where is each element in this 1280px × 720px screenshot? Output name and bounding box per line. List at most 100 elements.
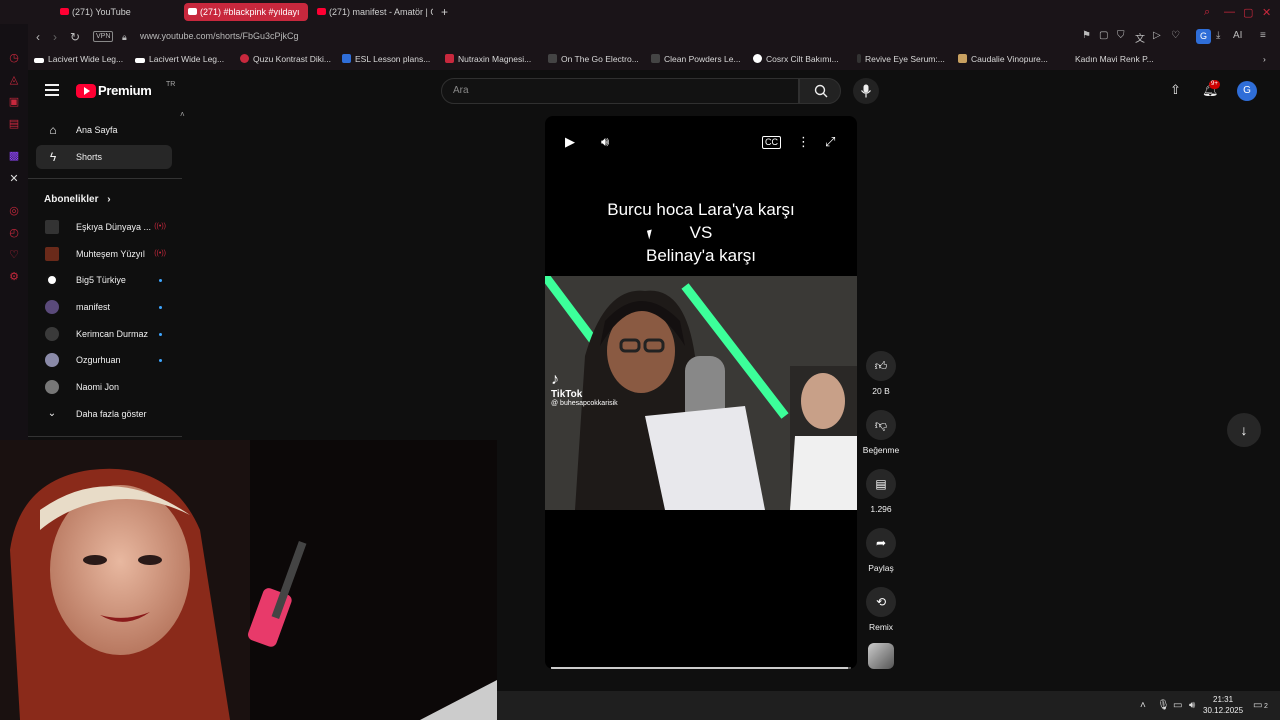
shorts-player[interactable]: ▶ 🔊︎ CC ⋮ ⤢ Burcu hoca Lara'ya karşı VS …: [545, 116, 857, 669]
more-options-icon[interactable]: ⋮: [797, 134, 810, 150]
channel-name: Big5 Türkiye: [76, 275, 126, 285]
next-short-button[interactable]: ↓: [1227, 413, 1261, 447]
remix-button[interactable]: ⟲ Remix: [861, 587, 901, 632]
tab-manifest[interactable]: (271) manifest - Amatör | C: [313, 3, 433, 21]
like-count: 20 B: [872, 386, 890, 396]
sidebar-item-label: Ana Sayfa: [76, 125, 118, 135]
home-icon: ⌂: [49, 123, 57, 137]
bookmark-favicon-icon: [445, 54, 454, 63]
tray-expand-icon[interactable]: ˄: [1140, 700, 1146, 711]
comment-icon: ▤: [866, 469, 896, 499]
forward-icon[interactable]: ›: [53, 30, 57, 44]
twitch-icon[interactable]: ▩: [7, 149, 21, 163]
remix-icon: ⟲: [866, 587, 896, 617]
chevron-up-icon[interactable]: ˄: [180, 110, 185, 119]
send-icon[interactable]: ▷: [1153, 30, 1161, 41]
menu-icon[interactable]: ≡: [1260, 30, 1266, 41]
notification-center-icon[interactable]: ▭: [1253, 700, 1262, 711]
tab-youtube[interactable]: (271) YouTube: [56, 3, 174, 21]
channel-name: Ozgurhuan: [76, 355, 121, 365]
progress-bar[interactable]: [551, 667, 851, 669]
upload-icon[interactable]: ⇧: [1170, 82, 1181, 98]
maximize-icon[interactable]: ▢: [1243, 6, 1253, 19]
lock-icon[interactable]: 🔒︎: [122, 30, 127, 44]
tab-label: (271) manifest - Amatör | C: [329, 7, 433, 17]
subscription-item[interactable]: Naomi Jon: [36, 375, 172, 399]
bookmark-item[interactable]: Nutraxin Magnesi...: [445, 54, 531, 64]
shorts-icon: ϟ: [49, 150, 57, 164]
aria-icon[interactable]: ◬: [7, 73, 21, 87]
clock[interactable]: 21:31 30.12.2025: [1203, 694, 1243, 716]
subscriptions-heading[interactable]: Abonelikler ›: [44, 194, 111, 205]
url-field[interactable]: www.youtube.com/shorts/FbGu3cPjkCg: [140, 31, 299, 41]
settings-icon[interactable]: ⚙: [7, 270, 21, 284]
caption-line: VS: [689, 223, 713, 242]
subscription-item[interactable]: Muhteşem Yüzyıl ((•)): [36, 242, 172, 266]
network-icon[interactable]: ▭: [1173, 700, 1182, 711]
bookmark-item[interactable]: Quzu Kontrast Diki...: [240, 54, 331, 64]
bookmark-favicon-icon: [958, 54, 967, 63]
bookmark-page-icon[interactable]: ⚑: [1082, 30, 1091, 41]
like-button[interactable]: 👍︎ 20 B: [861, 351, 901, 396]
bookmark-item[interactable]: Kadın Mavi Renk P...: [1062, 54, 1154, 64]
bookmarks-overflow-icon[interactable]: ›: [1263, 54, 1266, 64]
search-tabs-icon[interactable]: ⌕: [1204, 6, 1210, 19]
bookmark-label: Kadın Mavi Renk P...: [1075, 54, 1154, 64]
bookmark-item[interactable]: Revive Eye Serum:...: [857, 54, 945, 64]
search-input[interactable]: Ara: [441, 78, 799, 104]
minimize-icon[interactable]: —: [1224, 6, 1235, 18]
dislike-button[interactable]: 👎︎ Beğenme: [861, 410, 901, 455]
translate-icon[interactable]: 文: [1135, 30, 1145, 45]
history-icon[interactable]: ◷: [7, 51, 21, 65]
captions-icon[interactable]: CC: [762, 136, 781, 149]
subscription-item[interactable]: Kerimcan Durmaz: [36, 322, 172, 346]
x-icon[interactable]: ✕: [7, 172, 21, 186]
sidebar-item-shorts[interactable]: ϟ Shorts: [36, 145, 172, 169]
back-icon[interactable]: ‹: [36, 30, 40, 44]
ai-label[interactable]: AI: [1233, 30, 1242, 41]
bookmark-item[interactable]: Clean Powders Le...: [651, 54, 741, 64]
wallet-icon[interactable]: ▤: [7, 117, 21, 131]
shield-icon[interactable]: ⛉: [1117, 30, 1125, 41]
heart-icon[interactable]: ♡: [1171, 30, 1180, 41]
account-badge[interactable]: G: [1196, 29, 1211, 44]
play-icon[interactable]: ▶: [565, 134, 575, 150]
subscription-item[interactable]: manifest: [36, 295, 172, 319]
bookmark-item[interactable]: Caudalie Vinopure...: [958, 54, 1048, 64]
bookmark-item[interactable]: Cosrx Cilt Bakımı...: [753, 54, 839, 64]
show-more-button[interactable]: ⌄ Daha fazla göster: [36, 402, 172, 426]
tab-blackpink[interactable]: (271) #blackpink #yıldayı: [184, 3, 308, 21]
fullscreen-icon[interactable]: ⤢: [825, 134, 835, 150]
download-icon[interactable]: ⤓: [1216, 30, 1220, 41]
bookmark-item[interactable]: ESL Lesson plans...: [342, 54, 430, 64]
bookmark-rail-icon[interactable]: ♡: [7, 248, 21, 262]
reload-icon[interactable]: ↻: [70, 30, 80, 44]
new-tab-icon[interactable]: +: [441, 5, 448, 19]
clock-icon[interactable]: ◴: [7, 226, 21, 240]
notification-count: 2: [1264, 703, 1268, 710]
microphone-tray-icon[interactable]: 🎙︎: [1157, 700, 1170, 711]
search-button[interactable]: [799, 78, 841, 104]
close-icon[interactable]: ✕: [1262, 6, 1271, 19]
vpn-badge[interactable]: VPN: [93, 31, 114, 42]
flow-icon[interactable]: ◎: [7, 204, 21, 218]
share-button[interactable]: ➦ Paylaş: [861, 528, 901, 573]
sound-thumbnail[interactable]: [868, 643, 894, 669]
avatar[interactable]: G: [1237, 81, 1257, 101]
channel-name: Muhteşem Yüzyıl: [76, 249, 145, 259]
hamburger-menu-icon[interactable]: [45, 84, 59, 96]
sidebar-item-home[interactable]: ⌂ Ana Sayfa: [36, 118, 172, 142]
bookmark-item[interactable]: Lacivert Wide Leg...: [34, 54, 123, 64]
subscriptions-title: Abonelikler: [44, 194, 99, 205]
subscription-item[interactable]: Big5 Türkiye: [36, 268, 172, 292]
volume-icon[interactable]: 🔊︎: [601, 134, 609, 150]
speaker-icon[interactable]: 🔊︎: [1189, 700, 1195, 711]
subscription-item[interactable]: Ozgurhuan: [36, 348, 172, 372]
messenger-icon[interactable]: ▣: [7, 95, 21, 109]
snapshot-icon[interactable]: ▢: [1099, 30, 1108, 41]
bookmark-item[interactable]: On The Go Electro...: [548, 54, 639, 64]
voice-search-button[interactable]: [853, 78, 879, 104]
bookmark-item[interactable]: Lacivert Wide Leg...: [135, 54, 224, 64]
subscription-item[interactable]: Eşkıya Dünyaya ... ((•)): [36, 215, 172, 239]
comments-button[interactable]: ▤ 1.296: [861, 469, 901, 514]
